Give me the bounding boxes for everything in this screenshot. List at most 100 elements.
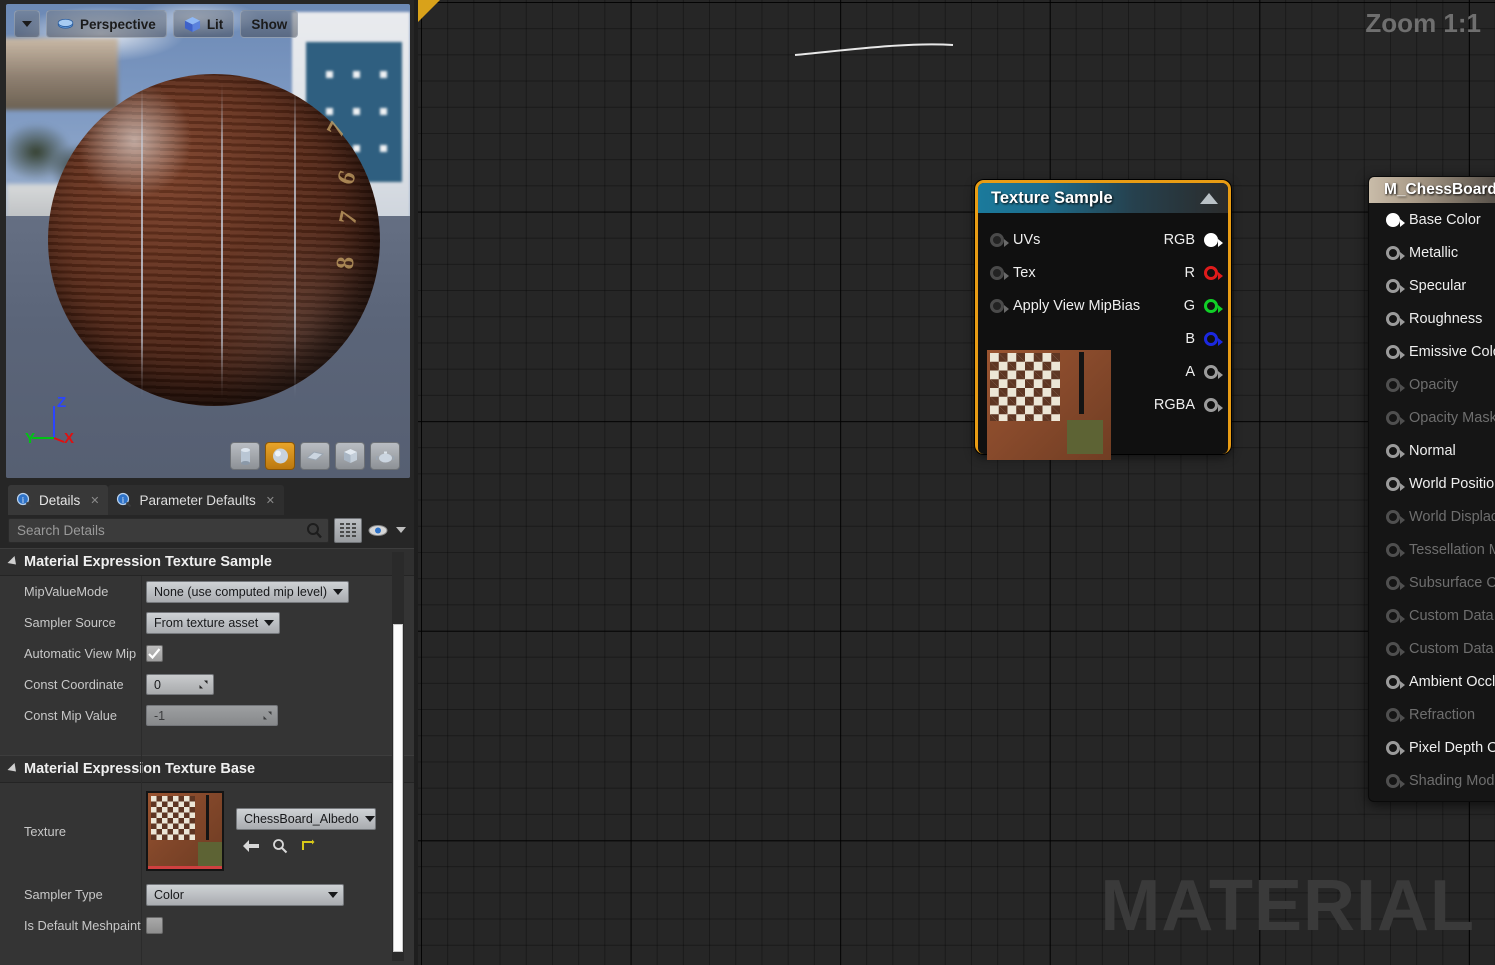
material-input-label: Ambient Occlusion [1409, 673, 1495, 690]
close-icon[interactable]: ✕ [266, 494, 275, 507]
pin-icon[interactable] [990, 299, 1009, 313]
node-texture-sample[interactable]: Texture Sample UVs Tex Apply View MipBia… [975, 180, 1231, 460]
preview-shape-cylinder-button[interactable] [230, 442, 260, 470]
details-panel: i Details ✕ i Parameter Defaults ✕ Searc… [0, 482, 414, 965]
output-pin-label: RGB [1163, 232, 1195, 248]
tab-parameter-defaults[interactable]: i Parameter Defaults ✕ [108, 485, 285, 515]
details-visibility-dropdown[interactable] [394, 519, 408, 541]
output-pin-rgba[interactable]: RGBA [1154, 397, 1223, 413]
preview-shape-sphere-button[interactable] [265, 442, 295, 470]
automatic-view-mip-checkbox[interactable] [146, 645, 163, 662]
material-preview-viewport[interactable]: 7 6 7 8 Perspective Lit Show Z Y X [6, 4, 410, 478]
pin-icon[interactable] [1204, 365, 1223, 379]
preview-shape-teapot-button[interactable] [370, 442, 400, 470]
viewport-toolbar: Perspective Lit Show [14, 10, 299, 38]
close-icon[interactable]: ✕ [90, 494, 99, 507]
pin-icon[interactable] [1386, 740, 1405, 755]
pin-icon[interactable] [1386, 311, 1405, 326]
output-pin-a[interactable]: A [1185, 364, 1223, 380]
pin-icon[interactable] [1386, 443, 1405, 458]
sampler-type-dropdown[interactable]: Color [146, 883, 344, 906]
thumbnail-green-square [198, 842, 222, 866]
material-input-emissive-color[interactable]: Emissive Color [1369, 335, 1495, 368]
texture-asset-dropdown[interactable]: ChessBoard_Albedo [236, 808, 376, 830]
input-pin-uvs[interactable]: UVs [990, 232, 1040, 248]
material-input-roughness[interactable]: Roughness [1369, 302, 1495, 335]
material-input-base-color[interactable]: Base Color [1369, 203, 1495, 236]
pin-icon[interactable] [1386, 476, 1405, 491]
back-arrow-icon[interactable] [242, 839, 260, 853]
pin-icon[interactable] [1204, 398, 1223, 412]
node-m-chessboard-header[interactable]: M_ChessBoard [1369, 177, 1495, 203]
output-pin-g[interactable]: G [1184, 298, 1223, 314]
reset-arrow-icon[interactable] [300, 839, 315, 853]
material-graph-canvas[interactable]: Zoom 1:1 MATERIAL Texture Sample UVs Tex [418, 0, 1495, 965]
category-header-material-expression-texture-base[interactable]: Material Expression Texture Base [0, 755, 414, 783]
material-input-normal[interactable]: Normal [1369, 434, 1495, 467]
material-input-ambient-occlusion[interactable]: Ambient Occlusion [1369, 665, 1495, 698]
mipvaluemode-dropdown[interactable]: None (use computed mip level) [146, 580, 349, 603]
browse-magnifier-icon[interactable] [272, 838, 288, 854]
viewport-options-button[interactable] [14, 10, 40, 38]
viewport-view-mode-button[interactable]: Lit [172, 10, 235, 38]
search-input[interactable] [17, 522, 306, 538]
preview-shape-plane-button[interactable] [300, 442, 330, 470]
is-default-meshpaint-checkbox[interactable] [146, 917, 163, 934]
collapse-triangle-icon[interactable] [1200, 192, 1218, 204]
texture-thumbnail[interactable] [146, 791, 224, 871]
viewport-show-menu-button[interactable]: Show [240, 10, 299, 38]
material-input-world-displacement: World Displacement [1369, 500, 1495, 533]
material-input-specular[interactable]: Specular [1369, 269, 1495, 302]
search-details-box[interactable] [8, 517, 329, 543]
category-header-material-expression-texture-sample[interactable]: Material Expression Texture Sample [0, 548, 414, 576]
connection-wires [794, 43, 954, 56]
pin-icon[interactable] [990, 266, 1009, 280]
output-pin-b[interactable]: B [1185, 331, 1223, 347]
preview-sphere-mesh[interactable]: 7 6 7 8 [48, 74, 380, 406]
const-mip-value: -1 [154, 708, 166, 723]
tab-details[interactable]: i Details ✕ [8, 485, 109, 515]
property-label: Is Default Meshpaint [24, 918, 141, 933]
pin-icon[interactable] [1386, 278, 1405, 293]
input-pin-apply-view-mipbias[interactable]: Apply View MipBias [990, 298, 1140, 314]
output-pin-r[interactable]: R [1185, 265, 1223, 281]
details-scrollbar-thumb[interactable] [393, 624, 403, 952]
details-content: Material Expression Texture Sample MipVa… [0, 548, 414, 965]
pin-icon[interactable] [1204, 266, 1223, 280]
search-icon[interactable] [306, 522, 323, 539]
material-input-metallic[interactable]: Metallic [1369, 236, 1495, 269]
pin-icon[interactable] [1386, 245, 1405, 260]
details-scrollbar[interactable] [392, 552, 404, 961]
pin-icon[interactable] [1386, 674, 1405, 689]
details-visibility-button[interactable] [367, 519, 389, 541]
material-input-custom-data-0: Custom Data 0 [1369, 599, 1495, 632]
const-mip-value-field[interactable]: -1 [146, 705, 278, 726]
output-pin-label: B [1185, 331, 1195, 347]
const-coordinate-field[interactable]: 0 [146, 674, 214, 695]
preview-shape-cube-button[interactable] [335, 442, 365, 470]
sampler-source-dropdown[interactable]: From texture asset [146, 611, 281, 634]
pin-icon[interactable] [1386, 344, 1405, 359]
viewport-camera-mode-button[interactable]: Perspective [46, 10, 167, 38]
output-pin-rgb[interactable]: RGB [1163, 232, 1223, 248]
node-texture-sample-header[interactable]: Texture Sample [978, 183, 1228, 213]
pin-icon[interactable] [1386, 212, 1405, 227]
chevron-down-icon [22, 21, 32, 27]
tab-details-label: Details [39, 492, 81, 508]
spinner-arrows-icon[interactable] [198, 679, 209, 690]
details-column-view-button[interactable] [334, 517, 362, 543]
pin-icon[interactable] [1204, 233, 1223, 247]
node-m-chessboard[interactable]: M_ChessBoard Base Color Metallic Specula… [1368, 176, 1495, 802]
pin-icon[interactable] [1204, 332, 1223, 346]
spinner-arrows-icon[interactable] [262, 710, 273, 721]
pin-icon[interactable] [1204, 299, 1223, 313]
expand-triangle-icon [7, 762, 20, 776]
eye-icon [368, 524, 388, 536]
material-input-label: Specular [1409, 277, 1467, 294]
material-input-world-position-offset[interactable]: World Position Offset [1369, 467, 1495, 500]
material-input-pixel-depth-offset[interactable]: Pixel Depth Offset [1369, 731, 1495, 764]
sphere-number-label: 8 [331, 255, 360, 271]
pin-icon[interactable] [990, 233, 1009, 247]
material-input-custom-data-1: Custom Data 1 [1369, 632, 1495, 665]
input-pin-tex[interactable]: Tex [990, 265, 1036, 281]
